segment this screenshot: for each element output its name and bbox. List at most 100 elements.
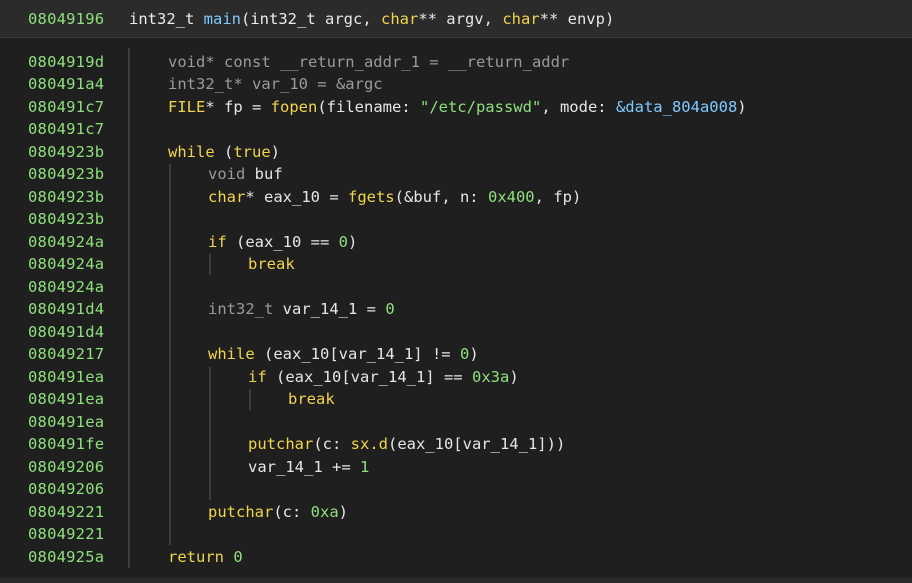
code-line[interactable]: 0804923b void buf	[0, 163, 912, 185]
code-token[interactable]: true	[233, 143, 270, 161]
line-code[interactable]: int32_t* var_10 = &argc	[168, 73, 383, 95]
signature-token[interactable]: main	[204, 10, 241, 28]
code-token[interactable]: 0x400	[488, 188, 535, 206]
line-address[interactable]: 080491d4	[28, 321, 104, 343]
line-code[interactable]: if (eax_10 == 0)	[208, 231, 357, 253]
line-code[interactable]: putchar(c: sx.d(eax_10[var_14_1]))	[248, 433, 565, 455]
code-line[interactable]: 0804924a break	[0, 253, 912, 275]
code-token[interactable]: )	[469, 345, 478, 363]
line-address[interactable]: 080491a4	[28, 73, 104, 95]
code-token[interactable]: (&buf, n:	[395, 188, 488, 206]
line-address[interactable]: 080491ea	[28, 366, 104, 388]
line-address[interactable]: 080491ea	[28, 388, 104, 410]
code-token[interactable]: void* const __return_addr_1 = __return_a…	[168, 53, 569, 71]
code-token[interactable]: * fp =	[205, 98, 270, 116]
code-token[interactable]: (c:	[313, 435, 350, 453]
code-token[interactable]: fgets	[348, 188, 395, 206]
code-line[interactable]: 080491ea if (eax_10[var_14_1] == 0x3a)	[0, 366, 912, 388]
line-address[interactable]: 08049221	[28, 501, 104, 523]
code-token[interactable]: )	[348, 233, 357, 251]
code-token[interactable]: FILE	[168, 98, 205, 116]
code-token[interactable]: )	[509, 368, 518, 386]
signature-token[interactable]: char	[502, 10, 539, 28]
function-header[interactable]: 08049196 int32_t main(int32_t argc, char…	[0, 0, 912, 38]
line-address[interactable]: 0804923b	[28, 186, 104, 208]
code-line[interactable]: 0804923b while (true)	[0, 141, 912, 163]
code-token[interactable]: (eax_10 ==	[227, 233, 339, 251]
code-token[interactable]: )	[271, 143, 280, 161]
code-token[interactable]: "/etc/passwd"	[420, 98, 541, 116]
line-code[interactable]: if (eax_10[var_14_1] == 0x3a)	[248, 366, 519, 388]
code-token[interactable]: (filename:	[317, 98, 420, 116]
code-token[interactable]: int32_t	[208, 300, 273, 318]
code-line[interactable]: 080491ea	[0, 411, 912, 433]
line-address[interactable]: 0804925a	[28, 546, 104, 568]
code-line[interactable]: 080491d4	[0, 321, 912, 343]
line-code[interactable]: while (true)	[168, 141, 280, 163]
code-token[interactable]	[224, 548, 233, 566]
line-address[interactable]: 0804924a	[28, 276, 104, 298]
line-code[interactable]: break	[288, 388, 335, 410]
code-line[interactable]: 08049217 while (eax_10[var_14_1] != 0)	[0, 343, 912, 365]
code-token[interactable]: 0	[233, 548, 242, 566]
code-token[interactable]: while	[168, 143, 215, 161]
code-line[interactable]: 080491a4 int32_t* var_10 = &argc	[0, 73, 912, 95]
code-line[interactable]: 08049206 var_14_1 += 1	[0, 456, 912, 478]
line-address[interactable]: 08049206	[28, 478, 104, 500]
line-address[interactable]: 080491c7	[28, 118, 104, 140]
code-token[interactable]: break	[248, 255, 295, 273]
code-token[interactable]: if	[248, 368, 267, 386]
line-address[interactable]: 0804924a	[28, 253, 104, 275]
code-token[interactable]: 0	[460, 345, 469, 363]
code-line[interactable]: 0804924a	[0, 276, 912, 298]
code-token[interactable]: buf	[245, 165, 283, 183]
line-code[interactable]: FILE* fp = fopen(filename: "/etc/passwd"…	[168, 96, 747, 118]
code-line[interactable]: 0804919d void* const __return_addr_1 = __…	[0, 51, 912, 73]
code-line[interactable]: 08049221	[0, 523, 912, 545]
line-code[interactable]: void buf	[208, 163, 283, 185]
line-address[interactable]: 080491fe	[28, 433, 104, 455]
signature-token[interactable]: int32_t	[129, 10, 204, 28]
code-token[interactable]: char	[208, 188, 245, 206]
line-code[interactable]: int32_t var_14_1 = 0	[208, 298, 395, 320]
line-address[interactable]: 0804923b	[28, 208, 104, 230]
signature-token[interactable]: argc,	[316, 10, 381, 28]
code-token[interactable]: return	[168, 548, 224, 566]
code-token[interactable]: putchar	[208, 503, 273, 521]
code-token[interactable]: 0	[385, 300, 394, 318]
signature-token[interactable]: int32_t	[250, 10, 315, 28]
code-token[interactable]: 1	[360, 458, 369, 476]
code-line[interactable]: 08049221 putchar(c: 0xa)	[0, 501, 912, 523]
line-address[interactable]: 0804923b	[28, 163, 104, 185]
line-address[interactable]: 080491d4	[28, 298, 104, 320]
line-address[interactable]: 080491ea	[28, 411, 104, 433]
code-line[interactable]: 080491c7 FILE* fp = fopen(filename: "/etc…	[0, 96, 912, 118]
code-token[interactable]: (	[215, 143, 233, 161]
function-signature[interactable]: int32_t main(int32_t argc, char** argv, …	[129, 10, 614, 28]
code-line[interactable]: 0804923b	[0, 208, 912, 230]
code-token[interactable]: &data_804a008	[616, 98, 737, 116]
code-token[interactable]: while	[208, 345, 255, 363]
line-code[interactable]: var_14_1 += 1	[248, 456, 369, 478]
line-address[interactable]: 0804924a	[28, 231, 104, 253]
code-token[interactable]: var_14_1 =	[273, 300, 385, 318]
line-code[interactable]: while (eax_10[var_14_1] != 0)	[208, 343, 479, 365]
signature-token[interactable]: ** argv,	[418, 10, 502, 28]
code-line[interactable]: 080491fe putchar(c: sx.d(eax_10[var_14_1]…	[0, 433, 912, 455]
code-line[interactable]: 08049206	[0, 478, 912, 500]
code-token[interactable]: break	[288, 390, 335, 408]
signature-token[interactable]: ** envp)	[540, 10, 615, 28]
code-line[interactable]: 0804924a if (eax_10 == 0)	[0, 231, 912, 253]
line-code[interactable]: void* const __return_addr_1 = __return_a…	[168, 51, 569, 73]
code-line[interactable]: 080491d4 int32_t var_14_1 = 0	[0, 298, 912, 320]
line-address[interactable]: 08049217	[28, 343, 104, 365]
code-token[interactable]: int32_t* var_10 = &argc	[168, 75, 383, 93]
code-token[interactable]: (eax_10[var_14_1]))	[388, 435, 565, 453]
line-address[interactable]: 0804923b	[28, 141, 104, 163]
line-code[interactable]: break	[248, 253, 295, 275]
code-token[interactable]: 0x3a	[472, 368, 509, 386]
signature-token[interactable]: char	[381, 10, 418, 28]
code-token[interactable]: , mode:	[541, 98, 616, 116]
code-line[interactable]: 0804925a return 0	[0, 546, 912, 568]
code-token[interactable]: , fp)	[535, 188, 582, 206]
